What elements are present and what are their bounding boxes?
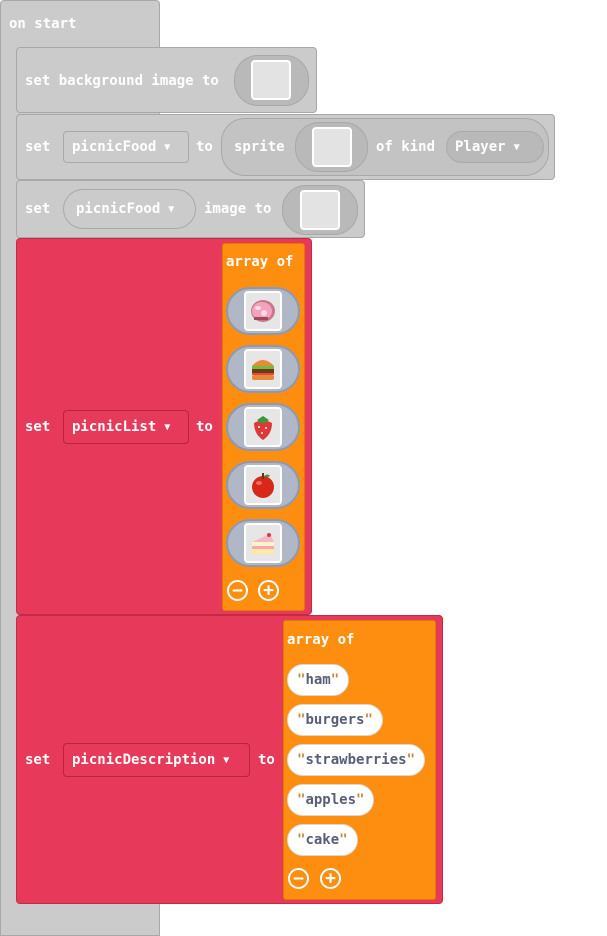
- dropdown-arrow-icon: ▼: [168, 204, 175, 215]
- set-keyword: set: [25, 139, 51, 155]
- variable-dropdown-picnicfood[interactable]: picnicFood ▼: [63, 131, 189, 163]
- image-picker[interactable]: [244, 407, 282, 447]
- of-kind-keyword: of kind: [376, 139, 436, 155]
- add-item-button[interactable]: +: [320, 868, 341, 889]
- image-picker[interactable]: [244, 465, 282, 505]
- apple-icon: [252, 473, 274, 498]
- ham-icon: [251, 300, 275, 322]
- set-keyword: set: [25, 752, 51, 768]
- string-item[interactable]: "ham": [287, 664, 350, 696]
- image-picker[interactable]: [300, 190, 340, 230]
- set-keyword: set: [25, 201, 51, 217]
- dropdown-arrow-icon: ▼: [223, 755, 230, 766]
- list-item[interactable]: [226, 519, 300, 567]
- on-start-footer: [0, 903, 160, 936]
- remove-item-button[interactable]: −: [288, 868, 309, 889]
- plus-icon: +: [263, 579, 274, 601]
- set-keyword: set: [25, 419, 51, 435]
- variable-name: picnicFood: [76, 201, 161, 217]
- cake-icon: [252, 533, 274, 554]
- variable-dropdown-picniclist[interactable]: picnicList ▼: [63, 410, 189, 444]
- remove-item-button[interactable]: −: [227, 580, 248, 601]
- array-of-label: array of: [226, 254, 294, 270]
- array-of-label: array of: [287, 632, 355, 648]
- variable-name: picnicDescription: [72, 752, 216, 768]
- image-picker[interactable]: [244, 349, 282, 389]
- image-picker[interactable]: [244, 523, 282, 563]
- sprite-image-slot[interactable]: [295, 122, 368, 172]
- to-keyword: to: [258, 752, 275, 768]
- image-to-keyword: image to: [204, 201, 272, 217]
- variable-name: picnicList: [72, 419, 157, 435]
- background-image-slot[interactable]: [234, 55, 309, 106]
- burger-icon: [252, 360, 274, 380]
- kind-name: Player: [455, 139, 506, 155]
- image-slot[interactable]: [282, 185, 358, 235]
- add-item-button[interactable]: +: [258, 580, 279, 601]
- image-picker[interactable]: [244, 291, 282, 331]
- image-picker[interactable]: [251, 60, 291, 100]
- variable-dropdown-picnicdescription[interactable]: picnicDescription ▼: [63, 743, 250, 777]
- list-item[interactable]: [226, 287, 300, 335]
- string-item[interactable]: "cake": [287, 824, 358, 856]
- strawberry-icon: [254, 416, 272, 440]
- to-keyword: to: [196, 419, 213, 435]
- dropdown-arrow-icon: ▼: [164, 422, 171, 433]
- image-picker[interactable]: [312, 127, 352, 167]
- plus-icon: +: [325, 867, 336, 889]
- string-item[interactable]: "strawberries": [287, 744, 426, 776]
- sprite-keyword: sprite: [234, 139, 285, 155]
- list-item[interactable]: [226, 345, 300, 393]
- to-keyword: to: [196, 139, 213, 155]
- string-item[interactable]: "apples": [287, 784, 375, 816]
- variable-name: picnicFood: [72, 139, 157, 155]
- minus-icon: −: [293, 867, 304, 889]
- kind-dropdown[interactable]: Player ▼: [446, 131, 544, 163]
- string-item[interactable]: "burgers": [287, 704, 383, 736]
- dropdown-arrow-icon: ▼: [513, 142, 520, 153]
- list-item[interactable]: [226, 403, 300, 451]
- dropdown-arrow-icon: ▼: [164, 142, 171, 153]
- variable-dropdown-picnicfood-2[interactable]: picnicFood ▼: [63, 189, 196, 229]
- minus-icon: −: [232, 579, 243, 601]
- on-start-label: on start: [9, 16, 77, 32]
- set-background-label: set background image to: [25, 73, 219, 89]
- list-item[interactable]: [226, 461, 300, 509]
